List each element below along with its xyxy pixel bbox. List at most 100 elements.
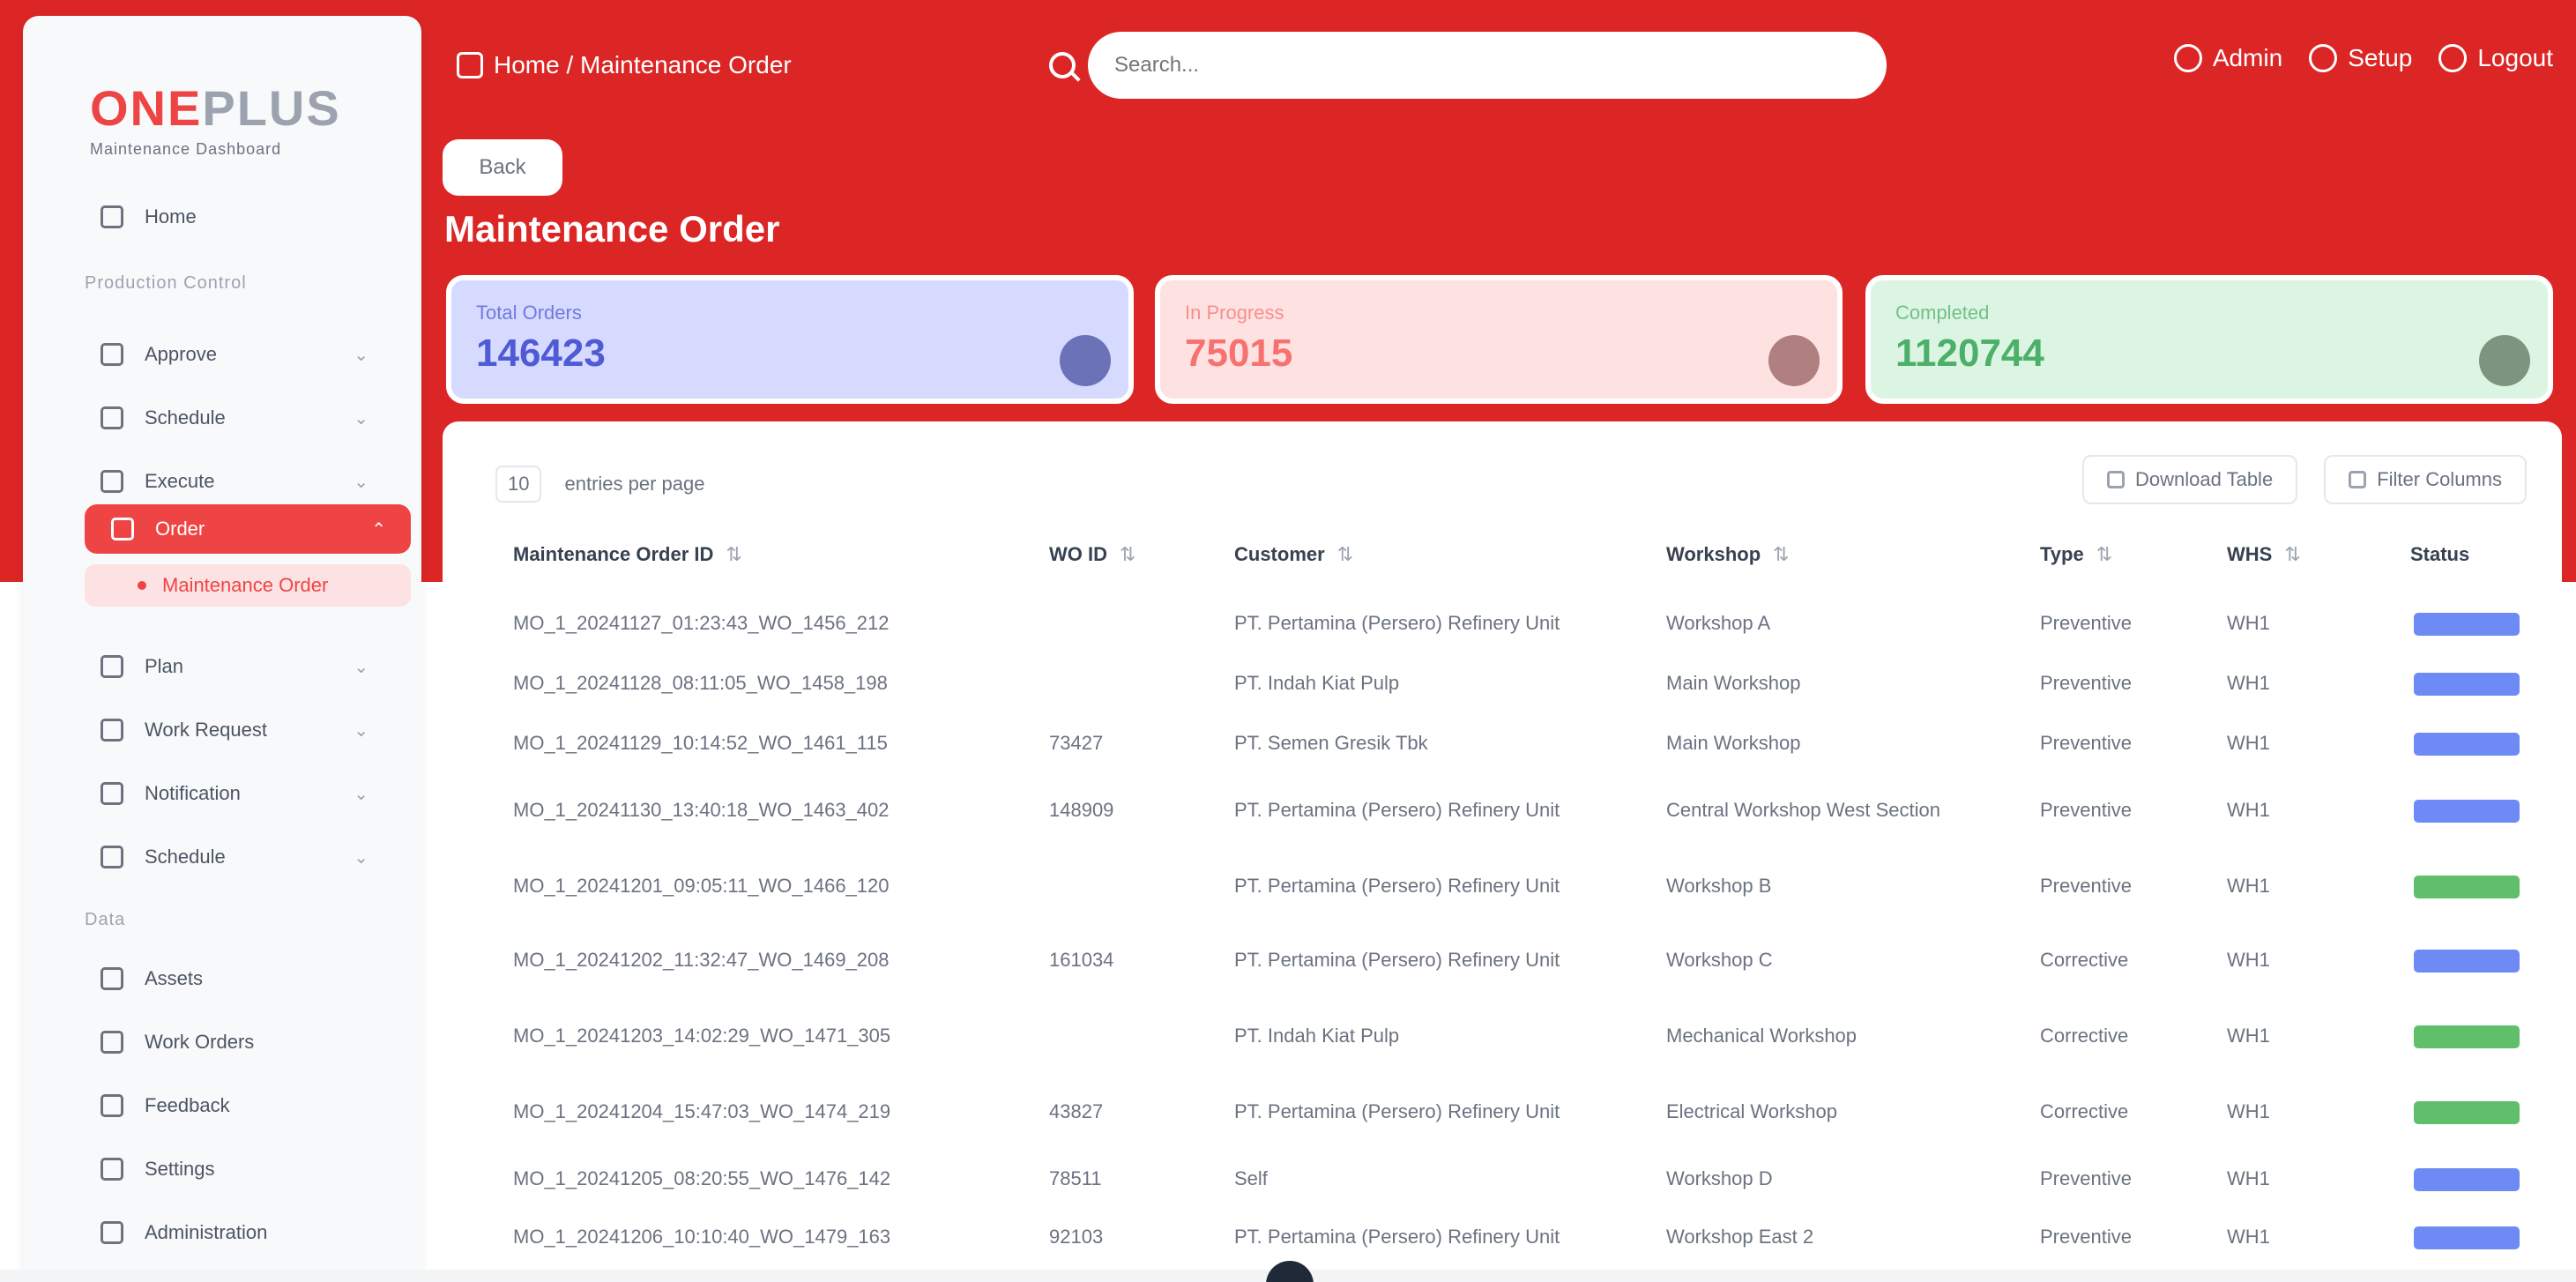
table-cell: 161034 bbox=[1049, 949, 1114, 971]
stat-card-completed: Completed 1120744 bbox=[1865, 275, 2553, 404]
table-cell: 43827 bbox=[1049, 1100, 1104, 1122]
sidebar-item-order[interactable]: Order ⌃ bbox=[85, 504, 411, 554]
admin-label: Admin bbox=[2212, 44, 2283, 71]
sort-icon[interactable]: ⇅ bbox=[2284, 543, 2300, 565]
logo-brand-a: ONE bbox=[90, 80, 203, 136]
table-toolbar: 10 entries per page bbox=[495, 466, 704, 503]
play-icon bbox=[101, 470, 123, 493]
sidebar-item-label: Administration bbox=[145, 1221, 268, 1243]
table-cell: Workshop C bbox=[1666, 949, 1773, 971]
table-cell: Workshop A bbox=[1666, 612, 1771, 634]
chevron-down-icon: ⌄ bbox=[354, 657, 369, 677]
bullet-icon bbox=[138, 581, 146, 590]
user-icon bbox=[2173, 44, 2202, 72]
sidebar-item-label: Approve bbox=[145, 343, 217, 365]
table-cell[interactable]: MO_1_20241128_08:11:05_WO_1458_198 bbox=[513, 672, 888, 695]
table-cell[interactable]: MO_1_20241206_10:10:40_WO_1479_163 bbox=[513, 1226, 890, 1248]
table-cell[interactable]: MO_1_20241130_13:40:18_WO_1463_402 bbox=[513, 799, 890, 822]
filter-button[interactable]: Filter Columns bbox=[2324, 455, 2527, 504]
chevron-up-icon: ⌃ bbox=[371, 519, 386, 540]
column-header[interactable]: Customer ⇅ bbox=[1234, 543, 1353, 566]
sidebar-item-label: Maintenance Order bbox=[162, 574, 329, 596]
search-input[interactable] bbox=[1088, 32, 1887, 99]
table-cell: PT. Pertamina (Persero) Refinery Unit bbox=[1234, 1226, 1560, 1248]
column-header-label: Maintenance Order ID bbox=[513, 543, 714, 565]
sidebar-section-title: Production Control bbox=[85, 273, 247, 293]
column-header[interactable]: WHS ⇅ bbox=[2227, 543, 2301, 566]
setup-button[interactable]: Setup bbox=[2309, 44, 2412, 72]
column-header[interactable]: Workshop ⇅ bbox=[1666, 543, 1790, 566]
column-header-label: Type bbox=[2040, 543, 2084, 565]
sidebar-item-notification[interactable]: Notification ⌄ bbox=[58, 769, 393, 818]
column-header[interactable]: Type ⇅ bbox=[2040, 543, 2112, 566]
column-header[interactable]: WO ID ⇅ bbox=[1049, 543, 1135, 566]
table-cell: Preventive bbox=[2040, 875, 2132, 897]
sidebar-item-execute[interactable]: Execute ⌄ bbox=[58, 457, 393, 506]
admin-button[interactable]: Admin bbox=[2173, 44, 2283, 72]
sidebar-item-feedback[interactable]: Feedback bbox=[58, 1081, 393, 1130]
download-button[interactable]: Download Table bbox=[2082, 455, 2298, 504]
table-cell[interactable]: MO_1_20241201_09:05:11_WO_1466_120 bbox=[513, 875, 890, 898]
column-header[interactable]: Maintenance Order ID ⇅ bbox=[513, 543, 742, 566]
back-button[interactable]: Back bbox=[443, 139, 562, 196]
table-cell: Preventive bbox=[2040, 1226, 2132, 1248]
table-cell: 148909 bbox=[1049, 799, 1114, 821]
table-cell[interactable]: MO_1_20241129_10:14:52_WO_1461_115 bbox=[513, 732, 888, 755]
table-cell[interactable]: MO_1_20241203_14:02:29_WO_1471_305 bbox=[513, 1025, 890, 1047]
clipboard-icon bbox=[111, 518, 134, 540]
stat-value: 146423 bbox=[476, 332, 606, 375]
download-label: Download Table bbox=[2135, 468, 2274, 490]
sidebar-item-plan[interactable]: Plan ⌄ bbox=[58, 642, 393, 691]
sidebar-item-work-orders[interactable]: Work Orders bbox=[58, 1017, 393, 1067]
table-cell: Main Workshop bbox=[1666, 672, 1801, 694]
sort-icon[interactable]: ⇅ bbox=[1120, 543, 1135, 565]
status-badge bbox=[2414, 876, 2520, 898]
table-cell: Electrical Workshop bbox=[1666, 1100, 1837, 1122]
filter-label: Filter Columns bbox=[2377, 468, 2502, 490]
sidebar-item-home[interactable]: Home bbox=[58, 192, 393, 242]
table-cell: Preventive bbox=[2040, 732, 2132, 754]
logo: ONEPLUS Maintenance Dashboard bbox=[90, 79, 372, 159]
column-header-label: Status bbox=[2410, 543, 2470, 565]
sidebar-item-label: Notification bbox=[145, 782, 241, 804]
table-cell: PT. Semen Gresik Tbk bbox=[1234, 732, 1428, 754]
sidebar-section-title: Data bbox=[85, 910, 126, 929]
status-badge bbox=[2414, 613, 2520, 636]
sort-icon[interactable]: ⇅ bbox=[2096, 543, 2112, 565]
sidebar-item-administration[interactable]: Administration bbox=[58, 1208, 393, 1257]
sidebar-item-schedule[interactable]: Schedule ⌄ bbox=[58, 393, 393, 443]
table-cell[interactable]: MO_1_20241127_01:23:43_WO_1456_212 bbox=[513, 612, 890, 635]
column-header-label: WHS bbox=[2227, 543, 2273, 565]
stat-label: Completed bbox=[1895, 302, 1990, 324]
column-header[interactable]: Status bbox=[2410, 543, 2469, 566]
table-cell: Preventive bbox=[2040, 1167, 2132, 1189]
status-badge bbox=[2414, 673, 2520, 696]
sidebar-item-approve[interactable]: Approve ⌄ bbox=[58, 330, 393, 379]
status-badge bbox=[2414, 1101, 2520, 1124]
sidebar-item-label: Order bbox=[155, 518, 205, 540]
sidebar-item-work-request[interactable]: Work Request ⌄ bbox=[58, 705, 393, 755]
table-cell: Preventive bbox=[2040, 612, 2132, 634]
sort-icon[interactable]: ⇅ bbox=[1773, 543, 1789, 565]
table-cell[interactable]: MO_1_20241204_15:47:03_WO_1474_219 bbox=[513, 1100, 890, 1123]
sidebar-item-schedule-2[interactable]: Schedule ⌄ bbox=[58, 832, 393, 882]
sidebar-subitem-maintenance-order[interactable]: Maintenance Order bbox=[85, 564, 411, 607]
logout-button[interactable]: Logout bbox=[2438, 44, 2553, 72]
sort-icon[interactable]: ⇅ bbox=[1337, 543, 1353, 565]
table-cell: PT. Pertamina (Persero) Refinery Unit bbox=[1234, 949, 1560, 971]
search-icon[interactable] bbox=[1049, 52, 1076, 78]
sidebar-item-settings[interactable]: Settings bbox=[58, 1144, 393, 1194]
status-badge bbox=[2414, 950, 2520, 973]
table-cell[interactable]: MO_1_20241205_08:20:55_WO_1476_142 bbox=[513, 1167, 890, 1190]
table-cell: WH1 bbox=[2227, 799, 2270, 821]
table-cell: PT. Pertamina (Persero) Refinery Unit bbox=[1234, 612, 1560, 634]
sort-icon[interactable]: ⇅ bbox=[726, 543, 741, 565]
sidebar-item-assets[interactable]: Assets bbox=[58, 954, 393, 1003]
table-cell: Corrective bbox=[2040, 1100, 2129, 1122]
page-size-select[interactable]: 10 bbox=[495, 466, 542, 503]
breadcrumb[interactable]: Home / Maintenance Order bbox=[457, 48, 792, 83]
table-cell[interactable]: MO_1_20241202_11:32:47_WO_1469_208 bbox=[513, 949, 890, 972]
sidebar-item-label: Execute bbox=[145, 470, 215, 492]
check-icon bbox=[101, 343, 123, 366]
table-cell: WH1 bbox=[2227, 1226, 2270, 1248]
